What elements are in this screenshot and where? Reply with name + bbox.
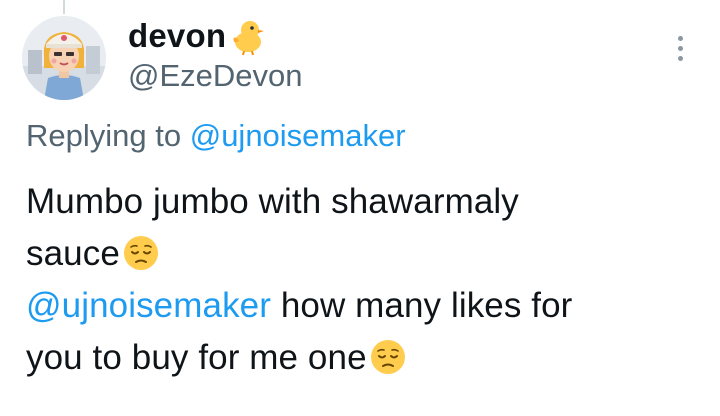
replying-to-mention-link[interactable]: @ujnoisemaker	[190, 118, 406, 153]
author-name-row: devon	[128, 14, 268, 58]
replying-to-label: Replying to	[26, 118, 182, 153]
tweet-line-2: sauce	[26, 228, 706, 280]
avatar[interactable]	[22, 16, 106, 100]
more-vertical-icon-dot	[677, 55, 683, 61]
author-handle[interactable]: @EzeDevon	[128, 58, 303, 94]
tweet-line-4-text: you to buy for me one	[26, 338, 367, 377]
avatar-image	[22, 16, 106, 100]
tweet-line-3-text: how many likes for	[280, 286, 573, 325]
more-options-button[interactable]	[664, 28, 696, 68]
tweet-line-3: @ujnoisemaker how many likes for	[26, 280, 706, 332]
pensive-face-emoji-icon	[368, 337, 408, 377]
author-display-name[interactable]: devon	[128, 17, 226, 55]
tweet-line-4: you to buy for me one	[26, 332, 706, 384]
more-vertical-icon	[677, 35, 683, 41]
tweet-line-2-text: sauce	[26, 234, 120, 273]
pensive-face-emoji-icon	[121, 233, 161, 273]
more-vertical-icon-dot	[677, 45, 683, 51]
tweet-mention-link[interactable]: @ujnoisemaker	[26, 286, 271, 325]
tweet-text: Mumbo jumbo with shawarmaly sauce @ujnoi…	[26, 176, 706, 384]
replying-to-line: Replying to @ujnoisemaker	[26, 118, 406, 154]
tweet-line-1: Mumbo jumbo with shawarmaly	[26, 182, 519, 221]
thread-connector-line	[63, 0, 65, 14]
baby-chick-icon	[228, 16, 268, 56]
